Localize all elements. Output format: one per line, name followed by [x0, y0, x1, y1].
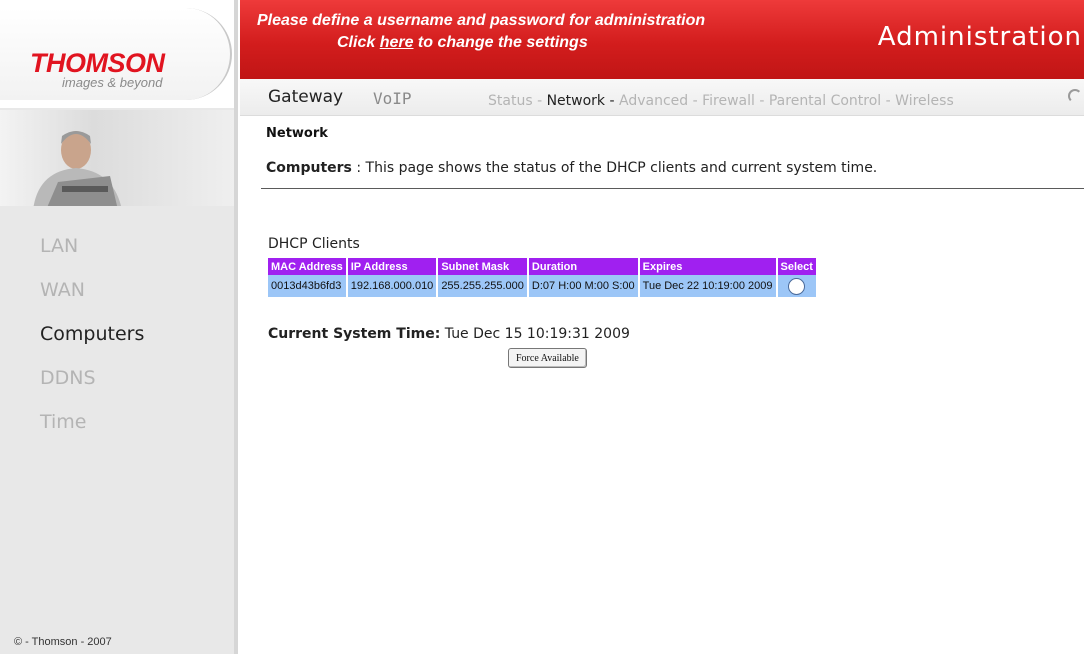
tab-separator: -: [754, 93, 769, 109]
tab-advanced[interactable]: Advanced: [619, 93, 688, 109]
nav-bar: Gateway VoIP Status - Network - Advanced…: [240, 79, 1084, 116]
description-label: Computers: [266, 160, 352, 176]
column-header-expires: Expires: [639, 258, 776, 275]
here-link[interactable]: here: [380, 34, 414, 51]
sidebar-item-time[interactable]: Time: [40, 408, 144, 452]
system-time-label: Current System Time:: [268, 326, 441, 342]
banner-message: Please define a username and password fo…: [257, 12, 706, 29]
system-time-value: Tue Dec 15 10:19:31 2009: [440, 326, 630, 342]
sidebar-nav: LAN WAN Computers DDNS Time: [40, 232, 144, 452]
cell-select: [777, 275, 816, 297]
banner-line2-prefix: Click: [337, 34, 380, 51]
column-header-subnet: Subnet Mask: [438, 258, 527, 275]
copyright-text: © - Thomson - 2007: [14, 636, 112, 648]
current-system-time: Current System Time: Tue Dec 15 10:19:31…: [268, 326, 630, 342]
sidebar-item-computers[interactable]: Computers: [40, 320, 144, 364]
select-radio[interactable]: [788, 277, 806, 295]
header-photo: [0, 110, 234, 206]
force-available-button[interactable]: Force Available: [508, 348, 587, 368]
tab-parental-control[interactable]: Parental Control: [769, 93, 881, 109]
dhcp-clients-caption: DHCP Clients: [268, 236, 360, 252]
section-title: Network: [266, 126, 328, 141]
logo-area: THOMSON images & beyond: [0, 0, 234, 108]
dhcp-clients-table: MAC Address IP Address Subnet Mask Durat…: [266, 258, 818, 297]
cell-ip: 192.168.000.010: [347, 275, 437, 297]
tab-voip[interactable]: VoIP: [373, 89, 412, 108]
tab-network[interactable]: Network: [547, 93, 605, 109]
column-header-mac: MAC Address: [268, 258, 346, 275]
page-title: Administration: [877, 22, 1082, 52]
banner-link-line: Click here to change the settings: [337, 34, 588, 52]
cell-mac: 0013d43b6fd3: [268, 275, 346, 297]
top-banner: Please define a username and password fo…: [240, 0, 1084, 79]
sidebar-item-ddns[interactable]: DDNS: [40, 364, 144, 408]
page-description: Computers : This page shows the status o…: [266, 160, 877, 176]
table-header-row: MAC Address IP Address Subnet Mask Durat…: [268, 258, 816, 275]
banner-line2-suffix: to change the settings: [413, 34, 588, 51]
tab-firewall[interactable]: Firewall: [702, 93, 755, 109]
sidebar-item-wan[interactable]: WAN: [40, 276, 144, 320]
table-row: 0013d43b6fd3 192.168.000.010 255.255.255…: [268, 275, 816, 297]
description-text: This page shows the status of the DHCP c…: [365, 160, 878, 176]
left-panel: THOMSON images & beyond LAN WAN Computer…: [0, 0, 238, 654]
cell-expires: Tue Dec 22 10:19:00 2009: [639, 275, 776, 297]
divider: [261, 188, 1084, 189]
cell-duration: D:07 H:00 M:00 S:00: [528, 275, 638, 297]
loading-icon: [1068, 89, 1082, 103]
column-header-select: Select: [777, 258, 816, 275]
tab-separator: -: [532, 93, 547, 109]
tab-gateway[interactable]: Gateway: [268, 87, 343, 107]
man-with-laptop-image: [33, 131, 121, 206]
tab-separator: -: [881, 93, 896, 109]
tab-separator: -: [688, 93, 703, 109]
cell-subnet: 255.255.255.000: [438, 275, 527, 297]
column-header-ip: IP Address: [347, 258, 437, 275]
sidebar-item-lan[interactable]: LAN: [40, 232, 144, 276]
logo-tagline: images & beyond: [62, 75, 163, 90]
column-header-duration: Duration: [528, 258, 638, 275]
section-tabs: Status - Network - Advanced - Firewall -…: [488, 93, 954, 109]
tab-separator: -: [605, 93, 619, 109]
description-separator: :: [351, 160, 366, 176]
tab-status[interactable]: Status: [488, 93, 533, 109]
tab-wireless[interactable]: Wireless: [895, 93, 954, 109]
